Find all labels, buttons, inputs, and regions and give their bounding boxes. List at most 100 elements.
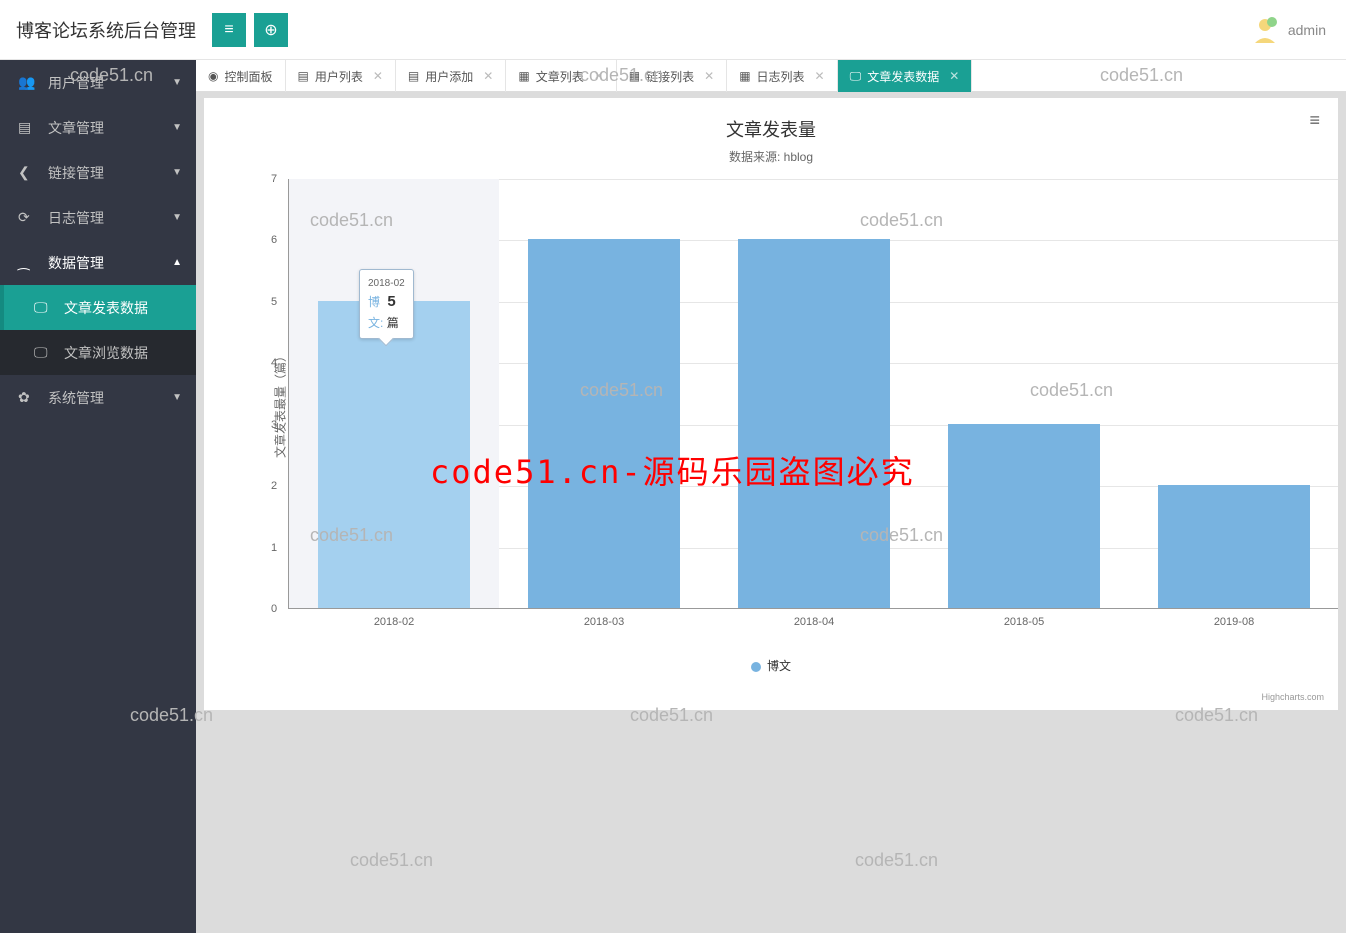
bar-2018-03[interactable] <box>528 239 679 608</box>
chevron-down-icon: ▼ <box>172 392 182 403</box>
chart-panel: ≡ 文章发表量 数据来源: hblog 文章发表最量（篇） 0123456720… <box>204 98 1338 710</box>
monitor-icon: 🖵 <box>34 299 54 316</box>
table-icon: ▦ <box>739 69 750 83</box>
clock-icon: ⟳ <box>18 209 38 226</box>
share-icon: ❮ <box>18 164 38 181</box>
close-icon[interactable]: ✕ <box>949 69 959 83</box>
grid: 012345672018-022018-032018-042018-052019… <box>288 179 1338 609</box>
sidebar-item-文章发表数据[interactable]: 🖵 文章发表数据 <box>0 285 196 330</box>
monitor-icon: 🖵 <box>850 69 862 84</box>
app-title: 博客论坛系统后台管理 <box>16 17 196 43</box>
sidebar-item-label: 系统管理 <box>48 388 104 408</box>
tab-链接列表[interactable]: ▦ 链接列表 ✕ <box>617 60 727 92</box>
close-icon[interactable]: ✕ <box>594 69 604 83</box>
tab-文章发表数据[interactable]: 🖵 文章发表数据 ✕ <box>838 60 973 92</box>
fullscreen-button[interactable]: ⊕ <box>254 13 288 47</box>
sidebar-item-label: 链接管理 <box>48 163 104 183</box>
close-icon[interactable]: ✕ <box>815 69 825 83</box>
sidebar: 👥 用户管理 ▼ ▤ 文章管理 ▼ ❮ 链接管理 ▼ ⟳ 日志管理 ▼ ⁔ 数据管理 ▲ 🖵 文章发表数据 🖵 文章… <box>0 60 196 933</box>
sidebar-item-label: 数据管理 <box>48 253 104 273</box>
chart-credits: Highcharts.com <box>1261 692 1324 702</box>
close-icon[interactable]: ✕ <box>704 69 714 83</box>
x-tick: 2018-05 <box>1004 616 1044 628</box>
tab-label: 用户列表 <box>315 68 363 85</box>
close-icon[interactable]: ✕ <box>483 69 493 83</box>
tooltip-series-suffix: 文: <box>368 316 383 330</box>
tab-label: 用户添加 <box>425 68 473 85</box>
list-icon: ▤ <box>408 69 419 83</box>
tab-日志列表[interactable]: ▦ 日志列表 ✕ <box>727 60 837 92</box>
sidebar-item-label: 日志管理 <box>48 208 104 228</box>
users-icon: 👥 <box>18 74 38 91</box>
legend-dot-icon <box>751 662 761 672</box>
sidebar-item-label: 文章浏览数据 <box>64 343 148 363</box>
y-tick: 4 <box>271 357 277 369</box>
tooltip-header: 2018-02 <box>368 276 405 291</box>
y-tick: 2 <box>271 480 277 492</box>
monitor-icon: 🖵 <box>34 344 54 361</box>
tab-label: 链接列表 <box>646 68 694 85</box>
tooltip-value: 5 <box>387 293 395 310</box>
tab-用户添加[interactable]: ▤ 用户添加 ✕ <box>396 60 506 92</box>
collapse-nav-button[interactable]: ≡ <box>212 13 246 47</box>
chart-tooltip: 2018-02 博 5 文: 篇 <box>359 269 414 339</box>
tab-文章列表[interactable]: ▦ 文章列表 ✕ <box>506 60 616 92</box>
sidebar-item-用户管理[interactable]: 👥 用户管理 ▼ <box>0 60 196 105</box>
table-icon: ▦ <box>629 69 640 83</box>
x-tick: 2019-08 <box>1214 616 1254 628</box>
y-tick: 5 <box>271 296 277 308</box>
bar-2018-05[interactable] <box>948 424 1099 608</box>
user-area[interactable]: admin <box>1250 15 1326 45</box>
chevron-down-icon: ▼ <box>172 212 182 223</box>
chart-title: 文章发表量 <box>214 116 1328 142</box>
gear-icon: ✿ <box>18 389 38 406</box>
file-icon: ▤ <box>18 119 38 136</box>
tab-label: 控制面板 <box>224 68 272 85</box>
chevron-down-icon: ▼ <box>172 122 182 133</box>
y-tick: 1 <box>271 542 277 554</box>
tab-label: 文章列表 <box>536 68 584 85</box>
sidebar-item-label: 用户管理 <box>48 73 104 93</box>
chevron-down-icon: ▼ <box>172 77 182 88</box>
bar-2018-04[interactable] <box>738 239 889 608</box>
chart-legend[interactable]: 博文 <box>214 657 1328 674</box>
tooltip-series-prefix: 博 <box>368 295 380 309</box>
close-icon[interactable]: ✕ <box>373 69 383 83</box>
y-tick: 0 <box>271 603 277 615</box>
avatar-icon <box>1250 15 1280 45</box>
sidebar-item-文章管理[interactable]: ▤ 文章管理 ▼ <box>0 105 196 150</box>
tooltip-unit: 篇 <box>387 316 399 330</box>
user-name: admin <box>1288 22 1326 38</box>
bar-2018-02[interactable] <box>318 301 469 608</box>
tab-label: 日志列表 <box>757 68 805 85</box>
x-tick: 2018-04 <box>794 616 834 628</box>
sidebar-item-数据管理[interactable]: ⁔ 数据管理 ▲ <box>0 240 196 285</box>
sidebar-item-label: 文章发表数据 <box>64 298 148 318</box>
pulse-icon: ⁔ <box>18 254 38 271</box>
top-header: 博客论坛系统后台管理 ≡ ⊕ admin <box>0 0 1346 60</box>
table-icon: ▦ <box>518 69 529 83</box>
chart-subtitle: 数据来源: hblog <box>214 148 1328 165</box>
tab-用户列表[interactable]: ▤ 用户列表 ✕ <box>286 60 396 92</box>
y-tick: 3 <box>271 419 277 431</box>
plot-area: 文章发表最量（篇） 012345672018-022018-032018-042… <box>264 179 1310 629</box>
sidebar-item-label: 文章管理 <box>48 118 104 138</box>
y-tick: 7 <box>271 173 277 185</box>
main: ◉ 控制面板 ▤ 用户列表 ✕ ▤ 用户添加 ✕ ▦ 文章列表 ✕ ▦ 链接列表 ✕ ▦ 日志列表 ✕ 🖵 文章发表… <box>196 60 1346 933</box>
x-tick: 2018-03 <box>584 616 624 628</box>
tab-label: 文章发表数据 <box>867 68 939 85</box>
chevron-up-icon: ▲ <box>172 257 182 268</box>
chart-menu-icon[interactable]: ≡ <box>1309 110 1320 131</box>
sidebar-item-日志管理[interactable]: ⟳ 日志管理 ▼ <box>0 195 196 240</box>
sidebar-item-文章浏览数据[interactable]: 🖵 文章浏览数据 <box>0 330 196 375</box>
list-icon: ▤ <box>298 69 309 83</box>
tab-bar: ◉ 控制面板 ▤ 用户列表 ✕ ▤ 用户添加 ✕ ▦ 文章列表 ✕ ▦ 链接列表 ✕ ▦ 日志列表 ✕ 🖵 文章发表… <box>196 60 1346 92</box>
bar-2019-08[interactable] <box>1158 485 1309 608</box>
chevron-down-icon: ▼ <box>172 167 182 178</box>
dashboard-icon: ◉ <box>208 69 218 83</box>
sidebar-item-链接管理[interactable]: ❮ 链接管理 ▼ <box>0 150 196 195</box>
sidebar-item-系统管理[interactable]: ✿ 系统管理 ▼ <box>0 375 196 420</box>
tab-控制面板[interactable]: ◉ 控制面板 <box>196 60 286 92</box>
y-tick: 6 <box>271 234 277 246</box>
x-tick: 2018-02 <box>374 616 414 628</box>
